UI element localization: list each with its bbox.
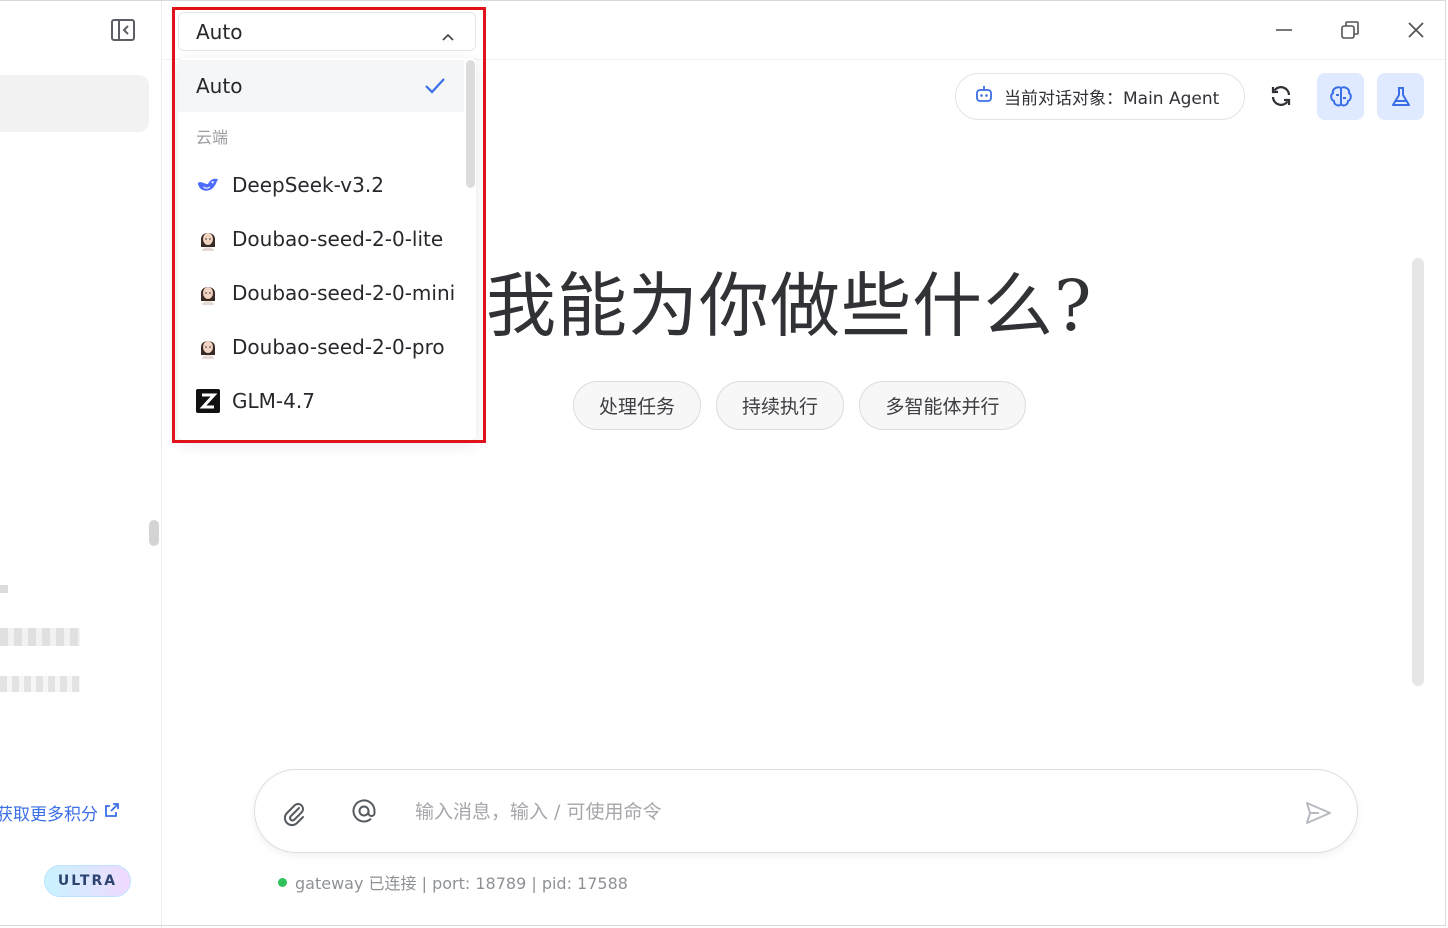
message-composer [254,769,1358,853]
sidebar: 获取更多积分 ULTRA [0,0,162,928]
flask-icon[interactable] [1377,73,1424,120]
refresh-icon[interactable] [1258,73,1304,119]
plan-badge[interactable]: ULTRA [44,865,131,897]
blurred-content [0,676,80,692]
model-option-doubao-lite[interactable]: Doubao-seed-2-0-lite [178,213,464,265]
dropdown-scrollbar[interactable] [466,60,475,188]
sidebar-scrollbar[interactable] [149,520,159,546]
brain-icon[interactable] [1317,73,1364,120]
minimize-icon[interactable] [1270,16,1298,44]
suggestion-chip[interactable]: 持续执行 [716,381,844,430]
model-option-label: DeepSeek-v3.2 [232,173,384,197]
mention-icon[interactable] [349,796,379,826]
agent-selector[interactable]: 当前对话对象：Main Agent [955,73,1245,120]
deepseek-whale-icon [196,173,220,197]
doubao-avatar-icon [196,281,220,305]
model-option-label: Doubao-seed-2-0-pro [232,335,445,359]
model-option-deepseek[interactable]: DeepSeek-v3.2 [178,159,464,211]
gateway-status: gateway 已连接 | port: 18789 | pid: 17588 [278,870,628,894]
hero-title: 我能为你做些什么? [486,265,1093,347]
model-option-label: GLM-4.7 [232,389,315,413]
send-icon[interactable] [1303,798,1333,828]
paperclip-icon[interactable] [279,798,309,828]
model-option-label: Auto [196,74,243,98]
status-dot-icon [278,877,287,887]
get-credits-link[interactable]: 获取更多积分 [0,800,120,825]
model-dropdown: Auto 云端 DeepSeek-v3.2 Doubao-seed-2-0-li… [178,58,476,440]
main-scrollbar[interactable] [1412,258,1424,686]
gateway-status-text: gateway 已连接 | port: 18789 | pid: 17588 [295,874,628,893]
group-label-cloud: 云端 [196,128,229,147]
robot-icon [974,84,994,109]
model-option-glm[interactable]: GLM-4.7 [178,375,464,427]
chevron-up-icon [441,25,455,49]
suggestion-chip[interactable]: 处理任务 [573,381,701,430]
message-input[interactable] [413,792,1273,832]
model-option-auto[interactable]: Auto [178,60,464,112]
doubao-avatar-icon [196,227,220,251]
model-option-doubao-mini[interactable]: Doubao-seed-2-0-mini [178,267,464,319]
zhipu-z-icon [196,389,220,413]
model-option-label: Doubao-seed-2-0-mini [232,281,456,305]
external-link-icon [104,802,120,823]
suggestion-chip[interactable]: 多智能体并行 [859,381,1026,430]
blurred-content [0,585,8,593]
doubao-avatar-icon [196,335,220,359]
blurred-content [0,628,80,646]
sidebar-active-item[interactable] [0,75,149,132]
check-icon [424,76,446,101]
model-select-value: Auto [196,19,243,44]
get-credits-label: 获取更多积分 [0,805,98,825]
close-icon[interactable] [1402,16,1430,44]
model-option-label: Doubao-seed-2-0-lite [232,227,444,251]
agent-label: 当前对话对象：Main Agent [1004,89,1220,109]
collapse-sidebar-icon[interactable] [110,17,136,43]
restore-icon[interactable] [1336,16,1364,44]
model-select[interactable]: Auto [178,12,476,51]
model-option-doubao-pro[interactable]: Doubao-seed-2-0-pro [178,321,464,373]
